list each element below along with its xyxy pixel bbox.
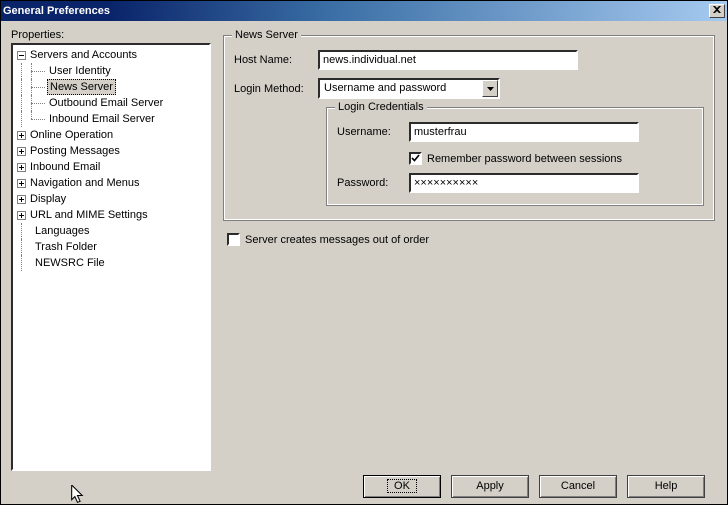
apply-button[interactable]: Apply <box>451 475 529 498</box>
cursor-icon <box>71 485 85 505</box>
tree-item-user-identity[interactable]: User Identity <box>15 63 207 79</box>
remember-password-label: Remember password between sessions <box>427 153 622 165</box>
tree-selected: News Server <box>47 79 116 95</box>
preferences-window: General Preferences Properties: Servers … <box>0 0 728 505</box>
login-method-value: Username and password <box>320 80 482 97</box>
dialog-buttons: OK Apply Cancel Help <box>11 471 717 498</box>
cancel-button[interactable]: Cancel <box>539 475 617 498</box>
properties-tree[interactable]: Servers and Accounts User Identity News … <box>11 43 211 471</box>
tree-item-languages[interactable]: Languages <box>15 223 207 239</box>
checkbox-box <box>227 233 240 246</box>
expand-icon[interactable] <box>17 163 26 172</box>
tree-item-inbound-email-server[interactable]: Inbound Email Server <box>15 111 207 127</box>
dropdown-button[interactable] <box>482 80 498 97</box>
tree-item-online-operation[interactable]: Online Operation <box>15 127 207 143</box>
login-credentials-legend: Login Credentials <box>335 101 427 113</box>
checkmark-icon <box>411 154 420 163</box>
tree-item-servers-and-accounts[interactable]: Servers and Accounts <box>15 47 207 63</box>
login-method-select[interactable]: Username and password <box>318 78 500 99</box>
out-of-order-checkbox[interactable]: Server creates messages out of order <box>227 233 429 246</box>
chevron-down-icon <box>487 87 494 91</box>
properties-panel: Properties: Servers and Accounts User Id… <box>11 29 211 471</box>
close-button[interactable] <box>709 4 725 18</box>
checkbox-box <box>409 152 422 165</box>
client-area: Properties: Servers and Accounts User Id… <box>1 21 727 504</box>
out-of-order-label: Server creates messages out of order <box>245 234 429 246</box>
tree-item-news-server[interactable]: News Server <box>15 79 207 95</box>
expand-icon[interactable] <box>17 211 26 220</box>
host-name-label: Host Name: <box>234 54 310 66</box>
host-name-input[interactable] <box>318 50 578 70</box>
expand-icon[interactable] <box>17 131 26 140</box>
tree-item-display[interactable]: Display <box>15 191 207 207</box>
news-server-legend: News Server <box>232 29 301 41</box>
settings-panel: News Server Host Name: Login Method: Use… <box>221 29 717 471</box>
tree-item-trash-folder[interactable]: Trash Folder <box>15 239 207 255</box>
username-input[interactable] <box>409 122 639 142</box>
window-title: General Preferences <box>3 5 110 17</box>
password-input[interactable] <box>409 173 639 193</box>
tree-item-inbound-email[interactable]: Inbound Email <box>15 159 207 175</box>
expand-icon[interactable] <box>17 195 26 204</box>
help-button[interactable]: Help <box>627 475 705 498</box>
expand-icon[interactable] <box>17 147 26 156</box>
username-label: Username: <box>337 126 401 138</box>
tree-item-url-and-mime-settings[interactable]: URL and MIME Settings <box>15 207 207 223</box>
remember-password-checkbox[interactable]: Remember password between sessions <box>409 152 622 165</box>
expand-icon[interactable] <box>17 179 26 188</box>
news-server-group: News Server Host Name: Login Method: Use… <box>223 35 715 221</box>
ok-button[interactable]: OK <box>363 475 441 498</box>
collapse-icon[interactable] <box>17 51 26 60</box>
titlebar[interactable]: General Preferences <box>1 1 727 21</box>
tree-item-navigation-and-menus[interactable]: Navigation and Menus <box>15 175 207 191</box>
tree-item-newsrc-file[interactable]: NEWSRC File <box>15 255 207 271</box>
properties-label: Properties: <box>11 29 211 41</box>
login-credentials-group: Login Credentials Username: <box>326 107 704 206</box>
tree-item-posting-messages[interactable]: Posting Messages <box>15 143 207 159</box>
password-label: Password: <box>337 177 401 189</box>
tree-item-outbound-email-server[interactable]: Outbound Email Server <box>15 95 207 111</box>
login-method-label: Login Method: <box>234 83 310 95</box>
close-icon <box>713 6 721 13</box>
